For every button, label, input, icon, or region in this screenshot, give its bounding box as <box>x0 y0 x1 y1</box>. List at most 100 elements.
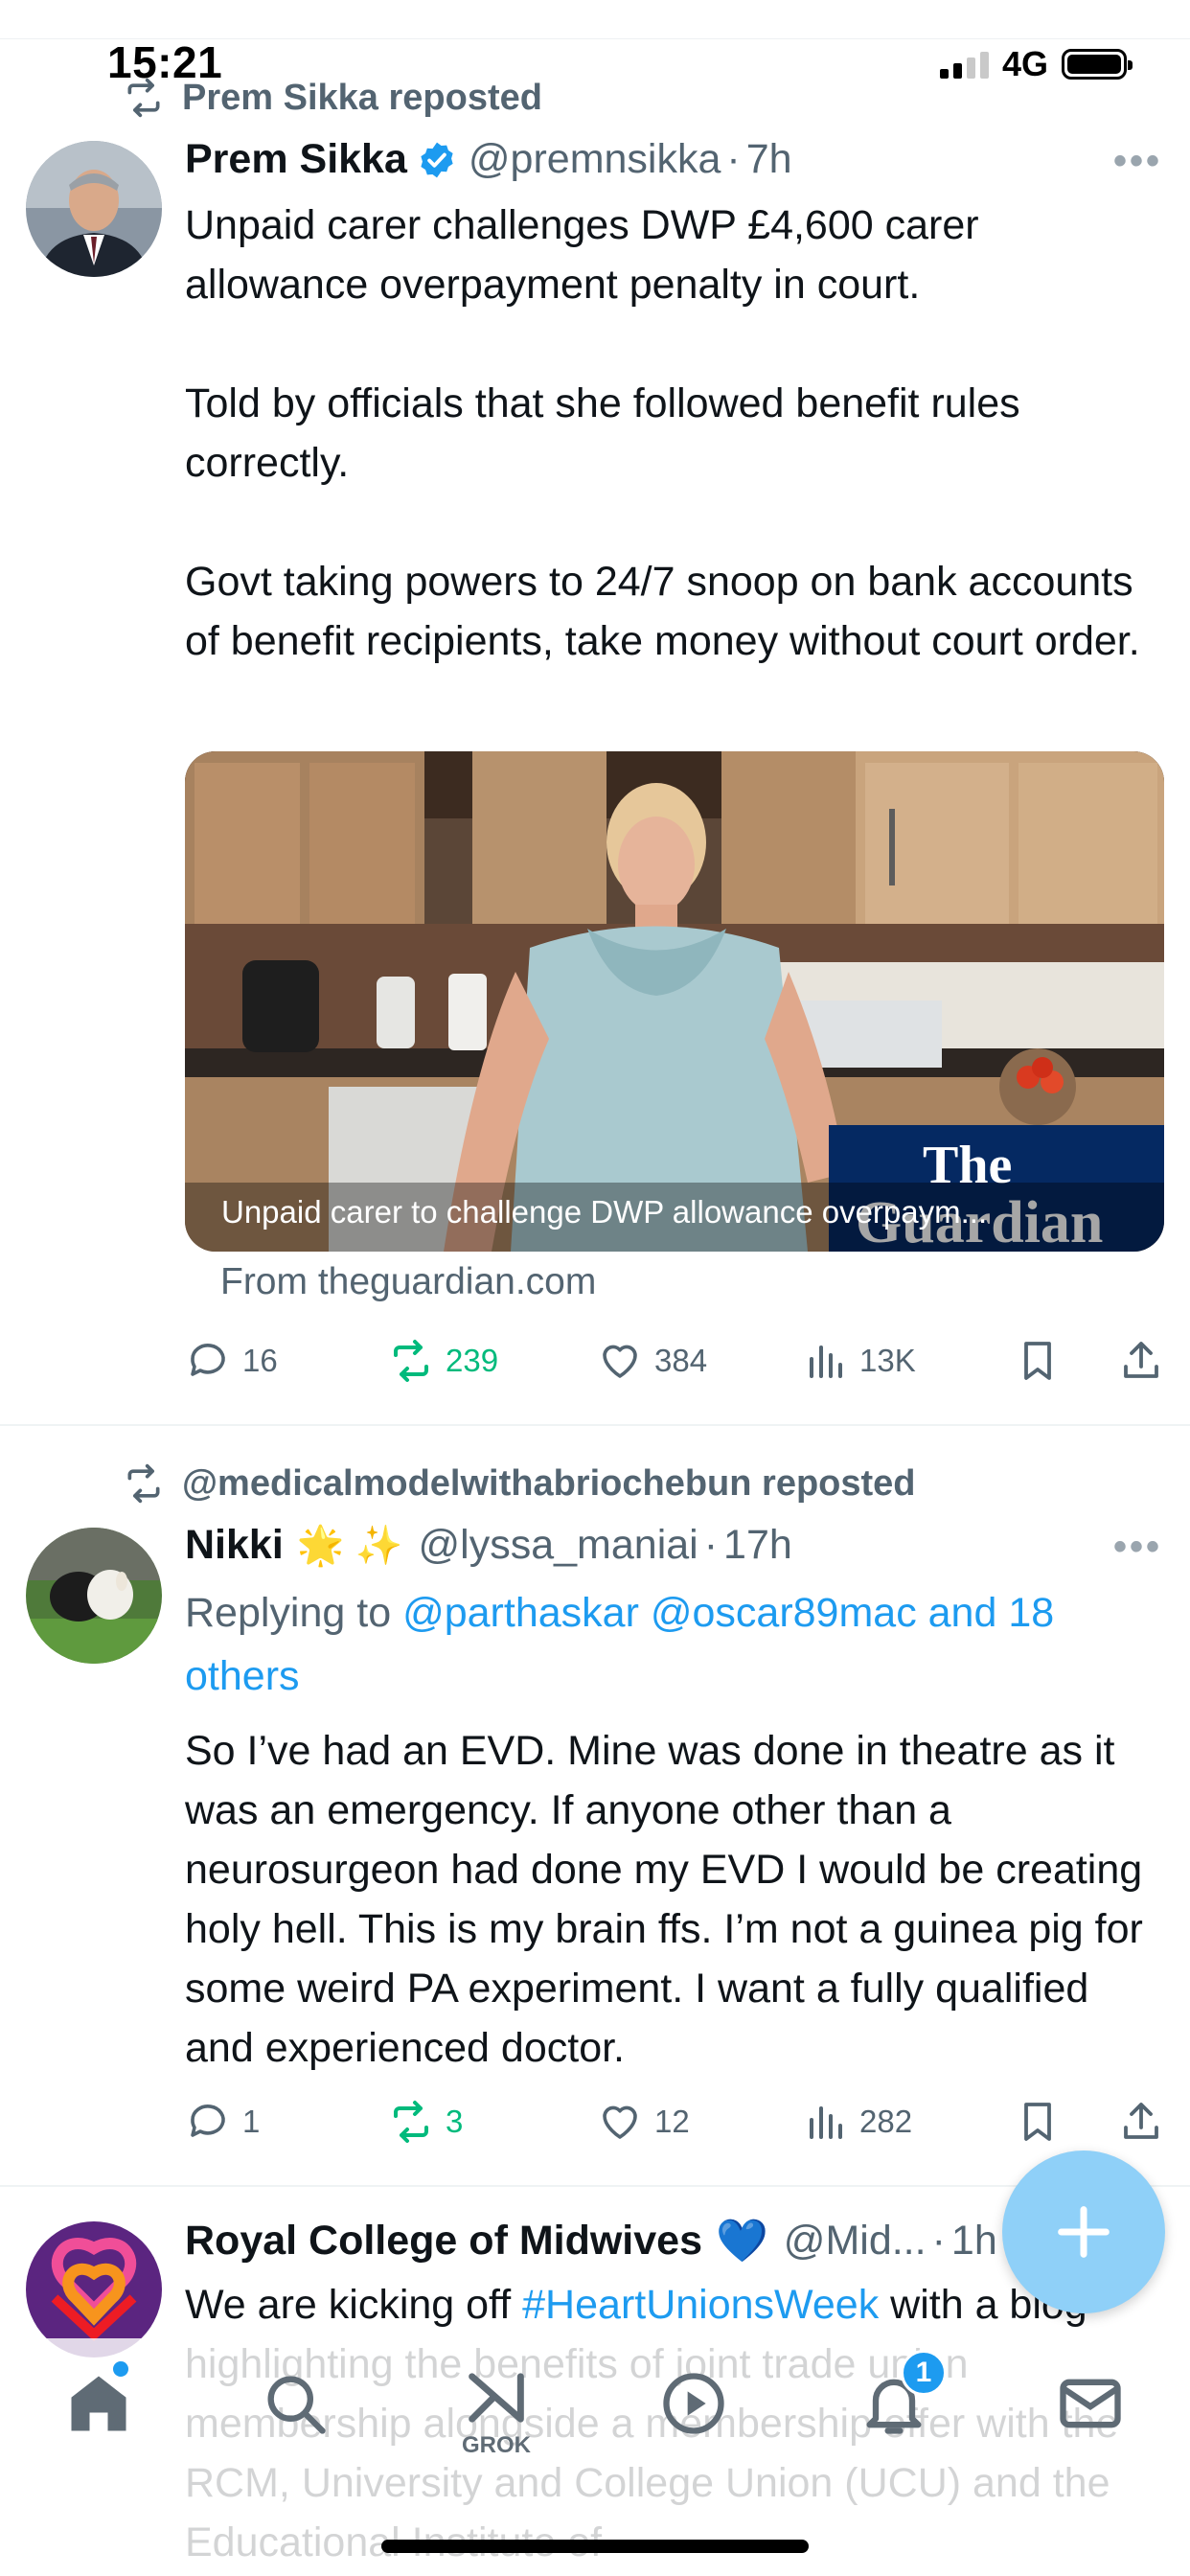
bookmark-button[interactable] <box>1015 2099 1118 2145</box>
reply-icon <box>191 1344 225 1376</box>
compose-button[interactable] <box>1002 2150 1165 2313</box>
views-button[interactable]: 282 <box>802 2099 1015 2145</box>
replying-prefix: Replying to <box>185 1590 403 1636</box>
dot-separator: · <box>931 2217 946 2264</box>
nav-video[interactable] <box>657 2367 730 2440</box>
author-handle[interactable]: @premnsikka <box>469 136 721 183</box>
more-options-icon[interactable]: ••• <box>1113 140 1162 183</box>
repost-indicator[interactable]: @medicalmodelwithabriochebun reposted <box>123 1462 916 1505</box>
like-button[interactable]: 384 <box>597 1338 802 1384</box>
share-icon <box>1124 2103 1158 2139</box>
bookmark-icon <box>1024 2103 1051 2141</box>
signal-icon <box>939 50 989 79</box>
home-indicator[interactable] <box>381 2540 809 2553</box>
home-icon <box>71 2376 126 2431</box>
repost-indicator[interactable]: Prem Sikka reposted <box>123 77 542 119</box>
tweet-header: Prem Sikka @premnsikka · 7h <box>185 136 792 183</box>
dot-separator: · <box>703 1522 719 1568</box>
repost-icon <box>127 78 160 118</box>
tweet-text-start: We are kicking off <box>185 2282 523 2328</box>
grok-icon <box>469 2373 524 2423</box>
views-count: 13K <box>859 1343 916 1378</box>
notifications-badge: 1 <box>901 2350 947 2396</box>
share-icon <box>1124 1342 1158 1378</box>
reply-count: 16 <box>242 1343 278 1378</box>
battery-icon <box>1062 49 1133 80</box>
repost-icon <box>127 1463 160 1504</box>
reposted-by-label: @medicalmodelwithabriochebun reposted <box>182 1462 916 1504</box>
status-icons: 4G <box>939 44 1133 84</box>
author-name[interactable]: Royal College of Midwives <box>185 2218 702 2265</box>
tweet-time[interactable]: 7h <box>746 136 792 183</box>
avatar[interactable] <box>26 1528 162 1664</box>
repost-button[interactable]: 3 <box>388 2099 597 2145</box>
tweet-text: So I’ve had an EVD. Mine was done in the… <box>185 1728 1143 2071</box>
share-button[interactable] <box>1118 1338 1164 1384</box>
bookmark-button[interactable] <box>1015 1338 1118 1384</box>
heart-icon <box>603 1345 637 1378</box>
nav-search[interactable] <box>259 2367 332 2440</box>
mail-icon <box>1060 2379 1121 2428</box>
card-caption: Unpaid carer to challenge DWP allowance … <box>221 1194 988 1230</box>
heart-icon <box>603 2105 637 2139</box>
card-source[interactable]: From theguardian.com <box>220 1261 596 1303</box>
more-options-icon[interactable]: ••• <box>1113 1526 1162 1569</box>
replying-users-link[interactable]: @parthaskar @oscar89mac and 18 <box>402 1590 1054 1636</box>
nav-home[interactable] <box>62 2367 135 2440</box>
share-button[interactable] <box>1118 2099 1164 2145</box>
grok-label: GROK <box>462 2432 531 2458</box>
blue-heart-emoji: 💙 <box>716 2218 768 2265</box>
nav-grok[interactable] <box>460 2367 533 2440</box>
search-icon <box>267 2376 326 2434</box>
tweet-divider <box>0 1424 1190 1426</box>
dot-separator: · <box>726 136 741 182</box>
replying-to: Replying to @parthaskar @oscar89mac and … <box>185 1581 1153 1708</box>
repost-icon <box>394 2101 428 2143</box>
replying-others-link[interactable]: others <box>185 1653 300 1699</box>
reply-icon <box>191 2104 225 2137</box>
repost-icon <box>394 1340 428 1382</box>
avatar-photo <box>26 141 162 277</box>
card-image: The Guardian <box>185 751 1164 1252</box>
plus-icon <box>1058 2206 1110 2258</box>
views-count: 282 <box>859 2104 913 2139</box>
avatar-photo <box>26 1528 162 1664</box>
link-card[interactable]: The Guardian Unpaid carer to challenge D… <box>185 751 1164 1252</box>
bookmark-icon <box>1024 1342 1051 1380</box>
play-icon <box>663 2373 724 2434</box>
new-posts-dot <box>113 2361 128 2377</box>
repost-count: 239 <box>446 1343 499 1378</box>
tweet-text: Unpaid carer challenges DWP £4,600 carer… <box>185 202 1140 664</box>
reply-count: 1 <box>242 2104 261 2139</box>
tweet-time[interactable]: 17h <box>723 1522 792 1569</box>
like-button[interactable]: 12 <box>597 2099 802 2145</box>
repost-count: 3 <box>446 2104 464 2139</box>
avatar[interactable] <box>26 2221 162 2358</box>
avatar[interactable] <box>26 141 162 277</box>
nav-messages[interactable] <box>1054 2367 1127 2440</box>
author-name[interactable]: Prem Sikka <box>185 136 407 183</box>
tweet-time[interactable]: 1h <box>951 2218 997 2265</box>
hashtag-link[interactable]: #HeartUnionsWeek <box>522 2282 879 2328</box>
reply-button[interactable]: 1 <box>185 2099 388 2145</box>
tweet-header: Royal College of Midwives 💙 @Mid... · 1h <box>185 2216 997 2266</box>
views-button[interactable]: 13K <box>802 1338 1015 1384</box>
tweet-divider <box>0 2185 1190 2187</box>
verified-badge-icon <box>421 142 453 177</box>
network-label: 4G <box>1001 44 1048 83</box>
views-icon <box>810 1346 842 1378</box>
like-count: 12 <box>654 2104 690 2139</box>
tweet-actions: 16 239 384 13K <box>185 1338 1164 1384</box>
reposted-by-label: Prem Sikka reposted <box>182 77 542 118</box>
author-name[interactable]: Nikki <box>185 1522 284 1569</box>
author-handle[interactable]: @lyssa_maniai <box>419 1522 698 1569</box>
rcm-logo-icon <box>26 2221 162 2358</box>
reply-button[interactable]: 16 <box>185 1338 388 1384</box>
views-icon <box>810 2106 842 2139</box>
author-handle[interactable]: @Mid... <box>784 2218 927 2265</box>
tweet-header: Nikki 🌟 ✨ @lyssa_maniai · 17h <box>185 1522 792 1569</box>
repost-button[interactable]: 239 <box>388 1338 597 1384</box>
tweet-actions: 1 3 12 282 <box>185 2099 1164 2145</box>
like-count: 384 <box>654 1343 708 1378</box>
name-emojis: 🌟 ✨ <box>296 1525 403 1567</box>
